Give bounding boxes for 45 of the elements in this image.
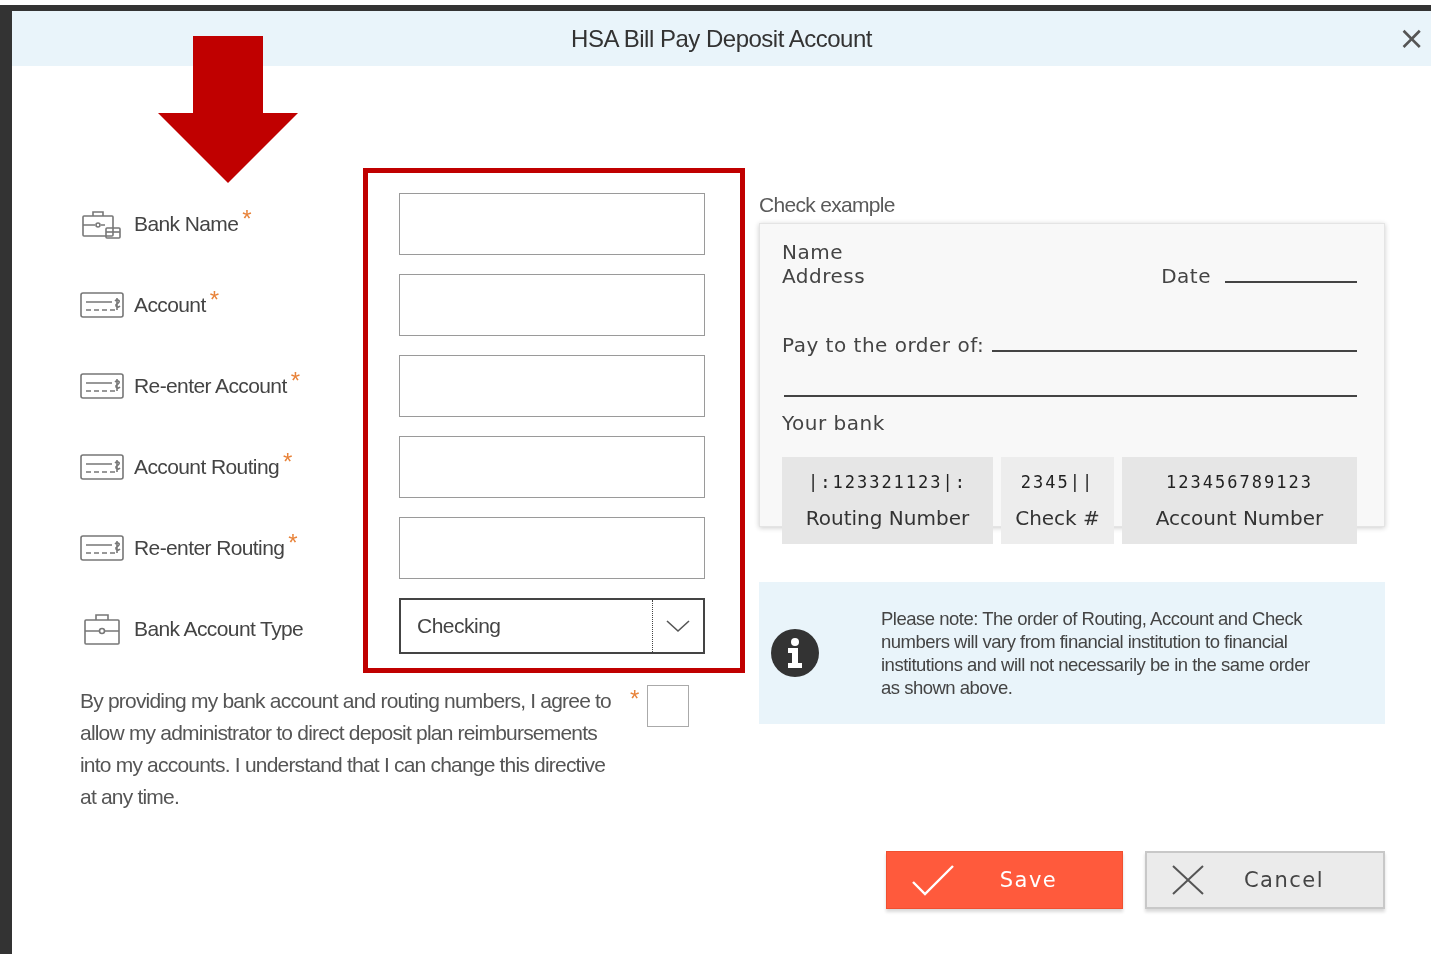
- briefcase-card-icon: [80, 208, 124, 240]
- info-icon: [770, 628, 820, 678]
- check-card-icon: [80, 535, 124, 561]
- required-asterisk: *: [209, 286, 220, 314]
- micr-digits: |:123321123|:: [807, 471, 968, 492]
- note-text: Please note: The order of Routing, Account and Check numbers will vary from financial institution to financial institutions and will not necessarily be in the same order as shown above.: [881, 607, 1311, 699]
- input-field[interactable]: [399, 436, 705, 498]
- account-type-dropdown[interactable]: Checking: [399, 598, 705, 654]
- consent-text: By providing my bank account and routing numbers, I agree to allow my administrator to direct deposit plan reimbursements into my accounts. I understand that I can change this directive at any time.: [80, 688, 612, 810]
- required-asterisk: *: [288, 529, 298, 557]
- field-label: Re-enter Routing: [134, 536, 285, 560]
- micr-label: Routing Number: [805, 505, 970, 530]
- required-asterisk: *: [283, 448, 293, 476]
- close-button[interactable]: ×: [1394, 21, 1429, 55]
- check-card-icon: [80, 454, 124, 480]
- check-card-icon: [80, 373, 124, 399]
- check-text: Pay to the order of:: [782, 333, 985, 357]
- consent-checkbox[interactable]: [647, 685, 690, 727]
- chevron-down-icon: [665, 619, 691, 633]
- section-title: Check example: [759, 193, 896, 218]
- field-label: Bank Account Type: [134, 617, 304, 641]
- required-asterisk: *: [242, 205, 252, 233]
- required-asterisk: *: [290, 367, 300, 395]
- checkmark-icon: [911, 864, 955, 896]
- check-text: Your bank: [782, 411, 886, 435]
- field-label: Account Routing: [134, 455, 280, 479]
- input-field[interactable]: [399, 193, 705, 255]
- cancel-button[interactable]: Cancel: [1145, 851, 1385, 909]
- micr-digits: 123456789123: [1166, 471, 1313, 492]
- input-field[interactable]: [399, 355, 705, 417]
- check-text: Date: [1161, 264, 1211, 288]
- micr-label: Account Number: [1155, 505, 1324, 530]
- required-asterisk: *: [630, 685, 640, 713]
- input-field[interactable]: [399, 274, 705, 336]
- micr-digits: 2345||: [1020, 471, 1095, 492]
- close-x-icon: [1171, 864, 1205, 896]
- check-text: Name: [782, 240, 844, 264]
- micr-label: Check #: [1015, 505, 1100, 530]
- input-field[interactable]: [399, 517, 705, 579]
- check-text: Address: [782, 264, 866, 288]
- field-label: Account: [134, 293, 206, 317]
- dialog-title: HSA Bill Pay Deposit Account: [571, 24, 872, 53]
- check-card-icon: [80, 292, 124, 318]
- field-label: Re-enter Account: [134, 374, 287, 398]
- field-label: Bank Name: [134, 212, 239, 236]
